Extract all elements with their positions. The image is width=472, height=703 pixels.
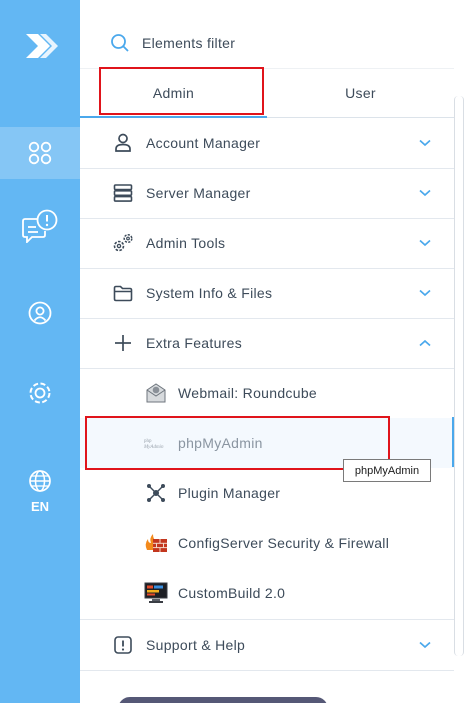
rail-language-button[interactable]: EN: [0, 460, 80, 522]
tab-user-label: User: [345, 85, 376, 101]
firewall-icon: [143, 530, 169, 556]
chevron-down-icon[interactable]: [410, 278, 440, 308]
submenu-custombuild[interactable]: CustomBuild 2.0: [80, 568, 454, 618]
chevron-down-icon[interactable]: [410, 228, 440, 258]
message-alert-icon: [22, 209, 58, 243]
left-rail: EN: [0, 0, 80, 703]
plugin-network-icon: [143, 480, 169, 506]
scrollbar-track[interactable]: [454, 96, 464, 656]
logo-arrows-icon: [26, 34, 58, 58]
plus-icon: [110, 330, 136, 356]
rail-messages-button[interactable]: [0, 200, 80, 252]
submenu-label: ConfigServer Security & Firewall: [178, 535, 390, 551]
tab-user[interactable]: User: [267, 69, 454, 117]
menu-support-help[interactable]: Support & Help: [80, 619, 454, 671]
submenu-configserver-firewall[interactable]: ConfigServer Security & Firewall: [80, 518, 454, 568]
user-circle-icon: [28, 301, 52, 325]
folder-icon: [110, 280, 136, 306]
rail-apps-button[interactable]: [0, 127, 80, 179]
rail-account-button[interactable]: [0, 287, 80, 339]
menu-extra-features[interactable]: Extra Features: [80, 318, 454, 369]
menu-admin-tools[interactable]: Admin Tools: [80, 218, 454, 269]
menu-label: Support & Help: [146, 637, 246, 653]
chevron-down-icon[interactable]: [410, 128, 440, 158]
rail-settings-button[interactable]: [0, 367, 80, 419]
admin-tab-highlight-box: [99, 67, 264, 115]
phpmyadmin-tooltip: phpMyAdmin: [343, 459, 431, 482]
search-label: Elements filter: [142, 35, 236, 51]
menu-label: System Info & Files: [146, 285, 273, 301]
gears-icon: [110, 230, 136, 256]
submenu-label: CustomBuild 2.0: [178, 585, 286, 601]
menu-label: Extra Features: [146, 335, 243, 351]
language-label: EN: [30, 498, 50, 514]
globe-icon: [29, 469, 51, 492]
bottom-action-button[interactable]: [118, 697, 328, 703]
search-icon: [111, 34, 129, 52]
submenu-webmail-roundcube[interactable]: Webmail: Roundcube: [80, 368, 454, 418]
active-item-indicator: [452, 417, 454, 467]
chevron-down-icon[interactable]: [410, 178, 440, 208]
elements-filter-search[interactable]: Elements filter: [110, 22, 440, 64]
server-icon: [110, 180, 136, 206]
submenu-label: Webmail: Roundcube: [178, 385, 317, 401]
menu-system-info-files[interactable]: System Info & Files: [80, 268, 454, 319]
logo-button[interactable]: [0, 20, 80, 72]
alert-square-icon: [110, 632, 136, 658]
menu-account-manager[interactable]: Account Manager: [80, 118, 454, 169]
chevron-down-icon[interactable]: [410, 630, 440, 660]
user-icon: [110, 130, 136, 156]
roundcube-mail-icon: [143, 380, 169, 406]
menu-label: Server Manager: [146, 185, 251, 201]
menu-label: Account Manager: [146, 135, 261, 151]
gear-icon: [29, 382, 51, 404]
apps-grid-icon: [28, 141, 52, 165]
chevron-up-icon[interactable]: [410, 328, 440, 358]
menu-server-manager[interactable]: Server Manager: [80, 168, 454, 219]
submenu-label: Plugin Manager: [178, 485, 281, 501]
menu-label: Admin Tools: [146, 235, 226, 251]
custombuild-monitor-icon: [143, 580, 169, 606]
